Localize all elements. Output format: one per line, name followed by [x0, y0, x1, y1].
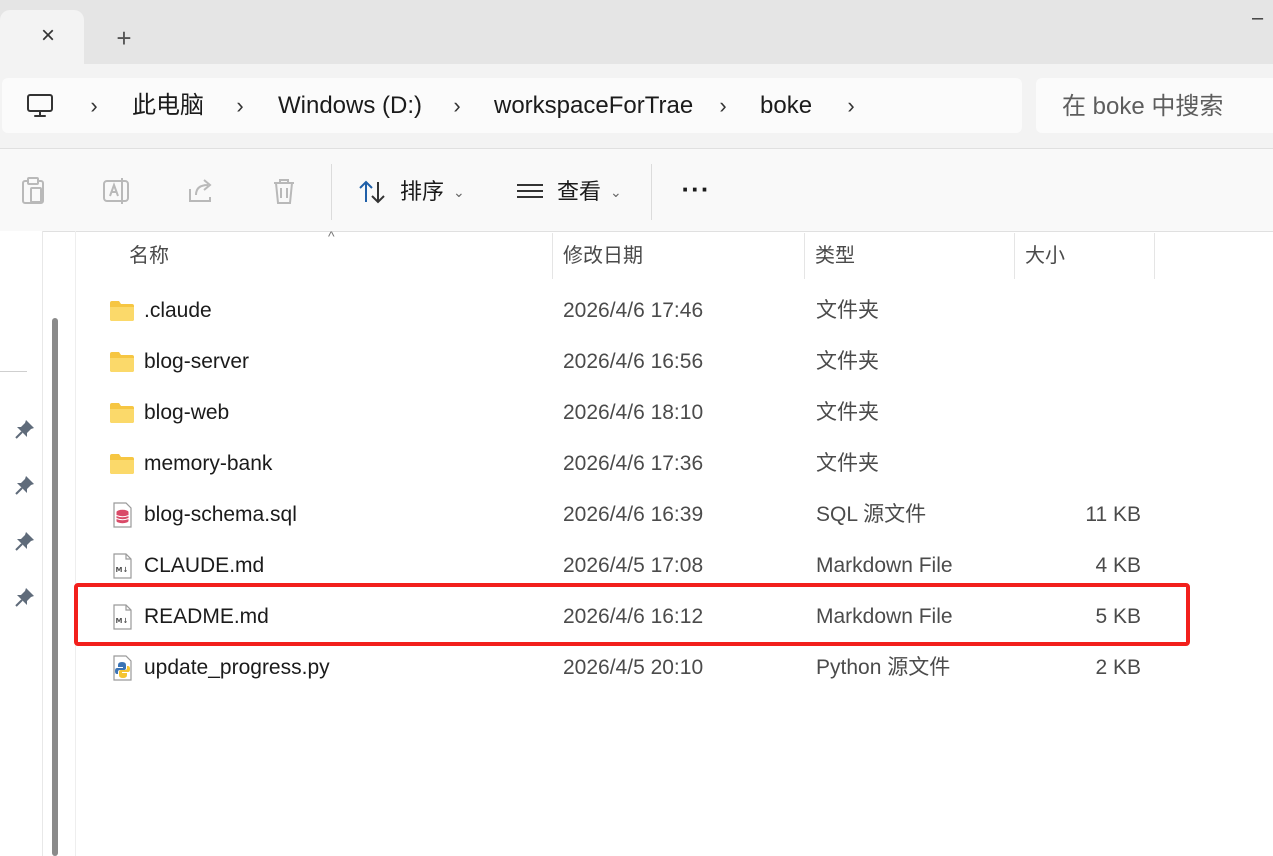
paste-icon[interactable]	[18, 175, 48, 207]
folder-icon	[110, 454, 134, 474]
file-name[interactable]: memory-bank	[144, 449, 272, 479]
view-chevron-down-icon[interactable]: ⌄	[610, 176, 622, 208]
file-type: Python 源文件	[816, 656, 951, 679]
file-modified: 2026/4/6 18:10	[563, 401, 704, 424]
breadcrumb-chevron-icon[interactable]: ›	[447, 90, 467, 122]
column-header-size[interactable]: 大小	[1025, 241, 1065, 271]
python-file-icon	[113, 655, 132, 681]
highlight-box	[74, 583, 1190, 646]
pin-icon[interactable]	[14, 418, 36, 440]
this-pc-icon[interactable]	[26, 92, 54, 120]
view-button[interactable]: 查看	[557, 176, 601, 208]
file-type: 文件夹	[816, 401, 879, 424]
breadcrumb-chevron-icon[interactable]: ›	[230, 90, 250, 122]
more-options-icon[interactable]: ···	[678, 176, 714, 208]
folder-icon	[110, 403, 134, 423]
file-row[interactable]: .claude 2026/4/6 17:46 文件夹	[76, 286, 1272, 336]
breadcrumb-chevron-icon[interactable]: ›	[84, 90, 104, 122]
svg-text:M↓: M↓	[116, 566, 129, 574]
sql-file-icon	[113, 502, 132, 528]
file-row[interactable]: blog-schema.sql 2026/4/6 16:39 SQL 源文件 1…	[76, 490, 1272, 540]
file-modified: 2026/4/5 17:08	[563, 554, 704, 577]
title-bar	[0, 0, 1273, 64]
column-header-name[interactable]: 名称	[129, 241, 169, 271]
file-size	[1016, 296, 1141, 326]
folder-icon	[110, 301, 134, 321]
file-modified: 2026/4/5 20:10	[563, 656, 704, 679]
sort-chevron-down-icon[interactable]: ⌄	[453, 176, 465, 208]
file-name[interactable]: update_progress.py	[144, 653, 330, 683]
column-divider[interactable]	[1154, 233, 1155, 279]
toolbar-divider	[331, 164, 332, 220]
column-divider[interactable]	[1014, 233, 1015, 279]
view-icon[interactable]	[515, 175, 545, 207]
breadcrumb-boke[interactable]: boke	[760, 90, 812, 122]
new-tab-icon[interactable]: +	[110, 24, 138, 52]
column-divider[interactable]	[552, 233, 553, 279]
file-name[interactable]: blog-server	[144, 347, 249, 377]
file-row[interactable]: update_progress.py 2026/4/5 20:10 Python…	[76, 643, 1272, 693]
share-icon[interactable]	[186, 175, 216, 207]
file-size: 4 KB	[1095, 554, 1141, 577]
file-size: 11 KB	[1085, 503, 1141, 526]
file-row[interactable]: blog-server 2026/4/6 16:56 文件夹	[76, 337, 1272, 387]
pin-icon[interactable]	[14, 474, 36, 496]
file-modified: 2026/4/6 16:39	[563, 503, 704, 526]
file-name[interactable]: blog-schema.sql	[144, 500, 297, 530]
minimize-icon[interactable]: –	[1252, 8, 1272, 28]
file-type: Markdown File	[816, 554, 953, 577]
column-header-modified[interactable]: 修改日期	[563, 241, 643, 271]
column-divider[interactable]	[804, 233, 805, 279]
rename-icon[interactable]	[101, 175, 131, 207]
file-modified: 2026/4/6 17:46	[563, 299, 704, 322]
breadcrumb-workspace[interactable]: workspaceForTrae	[494, 90, 693, 122]
breadcrumb-chevron-icon[interactable]: ›	[841, 90, 861, 122]
column-header-type[interactable]: 类型	[815, 241, 855, 271]
toolbar-divider	[651, 164, 652, 220]
file-modified: 2026/4/6 16:56	[563, 350, 704, 373]
file-size: 2 KB	[1095, 656, 1141, 679]
file-type: 文件夹	[816, 299, 879, 322]
file-row[interactable]: blog-web 2026/4/6 18:10 文件夹	[76, 388, 1272, 438]
pin-icon[interactable]	[14, 586, 36, 608]
file-size	[1016, 398, 1141, 428]
file-modified: 2026/4/6 17:36	[563, 452, 704, 475]
sort-ascending-indicator: ^	[328, 228, 335, 244]
folder-icon	[110, 352, 134, 372]
breadcrumb-drive-d[interactable]: Windows (D:)	[278, 90, 422, 122]
breadcrumb-chevron-icon[interactable]: ›	[713, 90, 733, 122]
breadcrumb-this-pc[interactable]: 此电脑	[132, 90, 204, 122]
delete-icon[interactable]	[269, 175, 299, 207]
file-name[interactable]: blog-web	[144, 398, 229, 428]
file-size	[1016, 347, 1141, 377]
markdown-file-icon: M↓	[113, 553, 132, 579]
file-type: SQL 源文件	[816, 503, 927, 526]
pin-icon[interactable]	[14, 530, 36, 552]
file-name[interactable]: .claude	[144, 296, 212, 326]
file-type: 文件夹	[816, 452, 879, 475]
tab-close-icon[interactable]: ×	[34, 22, 62, 50]
file-row[interactable]: memory-bank 2026/4/6 17:36 文件夹	[76, 439, 1272, 489]
sort-button[interactable]: 排序	[400, 176, 444, 208]
file-name[interactable]: CLAUDE.md	[144, 551, 264, 581]
file-size	[1016, 449, 1141, 479]
sort-icon[interactable]	[357, 175, 387, 207]
nav-divider	[0, 371, 27, 372]
nav-scrollbar[interactable]	[52, 318, 58, 856]
search-placeholder: 在 boke 中搜索	[1062, 93, 1224, 120]
file-type: 文件夹	[816, 350, 879, 373]
